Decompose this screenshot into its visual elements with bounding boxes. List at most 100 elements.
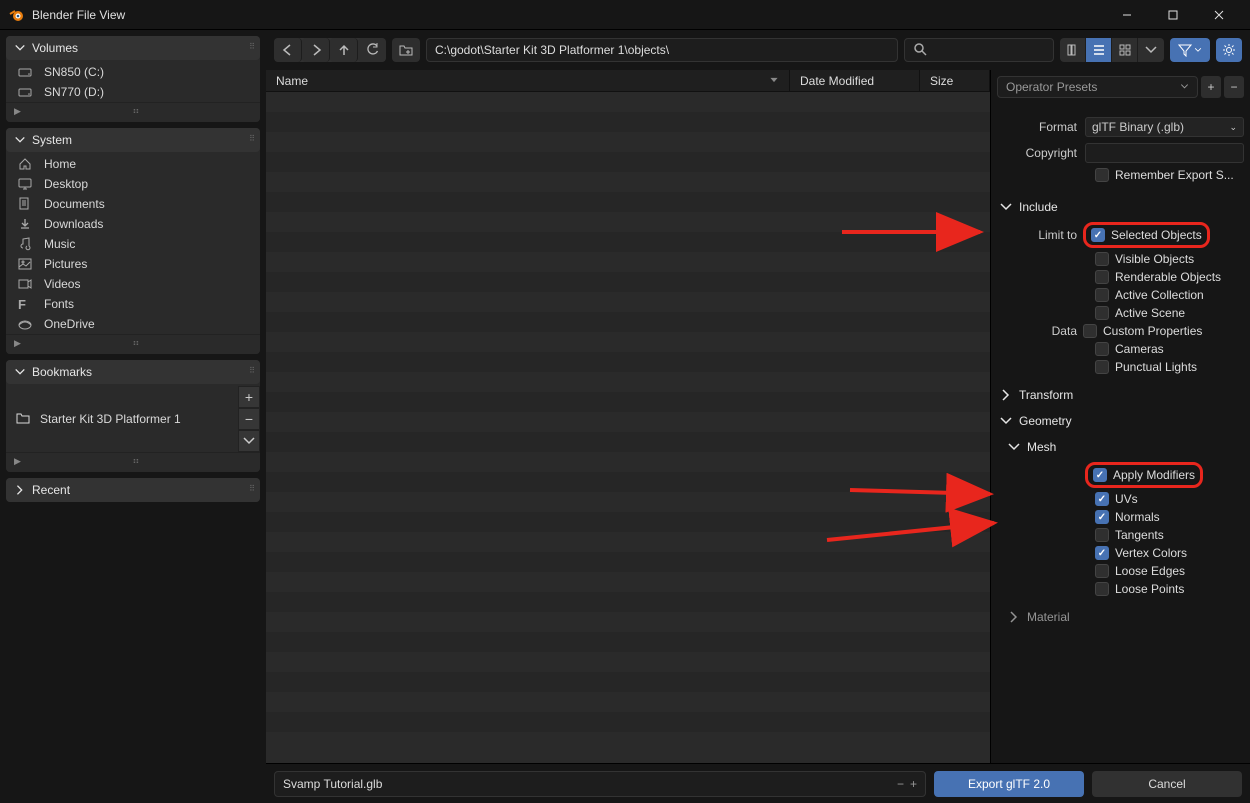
- bookmarks-panel: Bookmarks ⠿ Starter Kit 3D Platformer 1 …: [6, 360, 260, 472]
- format-label: Format: [997, 120, 1077, 134]
- drag-grip-icon[interactable]: ⠿: [249, 134, 256, 143]
- punctual-lights-checkbox[interactable]: [1095, 360, 1109, 374]
- path-input[interactable]: C:\godot\Starter Kit 3D Platformer 1\obj…: [426, 38, 898, 62]
- file-row: [266, 352, 990, 372]
- copyright-input[interactable]: [1085, 143, 1244, 163]
- parent-dir-button[interactable]: [330, 38, 358, 62]
- bookmark-item[interactable]: Starter Kit 3D Platformer 1: [6, 386, 238, 452]
- file-row: [266, 152, 990, 172]
- search-input[interactable]: [904, 38, 1054, 62]
- active-scene-checkbox[interactable]: [1095, 306, 1109, 320]
- column-size-header[interactable]: Size: [920, 70, 990, 91]
- system-item-onedrive[interactable]: OneDrive: [6, 314, 260, 334]
- back-button[interactable]: [274, 38, 302, 62]
- export-options-panel: Operator Presets + − Format glTF Binary …: [990, 70, 1250, 803]
- add-bookmark-button[interactable]: +: [238, 386, 260, 408]
- volume-label: SN770 (D:): [44, 85, 104, 99]
- system-item-pictures[interactable]: Pictures: [6, 254, 260, 274]
- include-section-header[interactable]: Include: [997, 194, 1244, 220]
- volumes-title: Volumes: [32, 41, 78, 55]
- remove-preset-button[interactable]: −: [1224, 76, 1244, 98]
- transform-section-header[interactable]: Transform: [997, 382, 1244, 408]
- drag-grip-icon[interactable]: ⠿: [249, 42, 256, 51]
- remember-export-label: Remember Export S...: [1115, 168, 1234, 182]
- column-name-header[interactable]: Name: [266, 70, 790, 91]
- system-header[interactable]: System ⠿: [6, 128, 260, 152]
- file-row: [266, 672, 990, 692]
- material-section-header[interactable]: Material: [997, 604, 1244, 630]
- export-button[interactable]: Export glTF 2.0: [934, 771, 1084, 797]
- view-vertical-list-button[interactable]: [1060, 38, 1086, 62]
- file-list-area[interactable]: [266, 92, 990, 803]
- new-folder-button[interactable]: [392, 38, 420, 62]
- system-item-label: Downloads: [44, 217, 103, 231]
- file-row: [266, 392, 990, 412]
- system-item-downloads[interactable]: Downloads: [6, 214, 260, 234]
- bookmark-menu-button[interactable]: [238, 430, 260, 452]
- view-horizontal-list-button[interactable]: [1086, 38, 1112, 62]
- system-item-videos[interactable]: Videos: [6, 274, 260, 294]
- mesh-section-header[interactable]: Mesh: [997, 434, 1244, 460]
- visible-objects-checkbox[interactable]: [1095, 252, 1109, 266]
- recent-header[interactable]: Recent ⠿: [6, 478, 260, 502]
- system-item-desktop[interactable]: Desktop: [6, 174, 260, 194]
- custom-properties-checkbox[interactable]: [1083, 324, 1097, 338]
- loose-edges-checkbox[interactable]: [1095, 564, 1109, 578]
- geometry-section-header[interactable]: Geometry: [997, 408, 1244, 434]
- forward-button[interactable]: [302, 38, 330, 62]
- volume-item[interactable]: SN850 (C:): [6, 62, 260, 82]
- increment-button[interactable]: +: [910, 777, 917, 791]
- active-collection-checkbox[interactable]: [1095, 288, 1109, 302]
- chevron-down-icon: [1007, 440, 1021, 454]
- uvs-checkbox[interactable]: [1095, 492, 1109, 506]
- drag-grip-icon[interactable]: ⠿: [249, 366, 256, 375]
- tangents-checkbox[interactable]: [1095, 528, 1109, 542]
- file-row: [266, 452, 990, 472]
- system-item-home[interactable]: Home: [6, 154, 260, 174]
- normals-checkbox[interactable]: [1095, 510, 1109, 524]
- system-item-label: Desktop: [44, 177, 88, 191]
- system-title: System: [32, 133, 72, 147]
- selected-objects-checkbox[interactable]: [1091, 228, 1105, 242]
- drag-grip-icon[interactable]: ⠿: [249, 484, 256, 493]
- loose-points-checkbox[interactable]: [1095, 582, 1109, 596]
- volumes-header[interactable]: Volumes ⠿: [6, 36, 260, 60]
- add-preset-button[interactable]: +: [1201, 76, 1221, 98]
- view-thumbnail-button[interactable]: [1112, 38, 1138, 62]
- remove-bookmark-button[interactable]: −: [238, 408, 260, 430]
- bookmarks-header[interactable]: Bookmarks ⠿: [6, 360, 260, 384]
- vertex-colors-checkbox[interactable]: [1095, 546, 1109, 560]
- cameras-checkbox[interactable]: [1095, 342, 1109, 356]
- downloads-icon: [16, 217, 34, 231]
- minimize-button[interactable]: [1104, 0, 1150, 30]
- close-button[interactable]: [1196, 0, 1242, 30]
- system-item-fonts[interactable]: Fonts: [6, 294, 260, 314]
- column-date-header[interactable]: Date Modified: [790, 70, 920, 91]
- maximize-button[interactable]: [1150, 0, 1196, 30]
- renderable-objects-checkbox[interactable]: [1095, 270, 1109, 284]
- play-icon[interactable]: ▶: [14, 338, 21, 349]
- volume-item[interactable]: SN770 (D:): [6, 82, 260, 102]
- play-icon[interactable]: ▶: [14, 456, 21, 467]
- limit-to-label: Limit to: [997, 228, 1077, 242]
- file-row: [266, 712, 990, 732]
- view-sort-dropdown[interactable]: [1138, 38, 1164, 62]
- filename-input[interactable]: Svamp Tutorial.glb − +: [274, 771, 926, 797]
- filter-button[interactable]: [1170, 38, 1210, 62]
- operator-presets-select[interactable]: Operator Presets: [997, 76, 1198, 98]
- cancel-button[interactable]: Cancel: [1092, 771, 1242, 797]
- remember-export-checkbox[interactable]: [1095, 168, 1109, 182]
- format-select[interactable]: glTF Binary (.glb) ⌄: [1085, 117, 1244, 137]
- chevron-down-icon: [14, 41, 26, 55]
- file-row: [266, 692, 990, 712]
- music-icon: [16, 237, 34, 251]
- play-icon[interactable]: ▶: [14, 106, 21, 117]
- system-item-music[interactable]: Music: [6, 234, 260, 254]
- chevron-down-icon: [14, 133, 26, 147]
- apply-modifiers-checkbox[interactable]: [1093, 468, 1107, 482]
- settings-button[interactable]: [1216, 38, 1242, 62]
- refresh-button[interactable]: [358, 38, 386, 62]
- decrement-button[interactable]: −: [897, 777, 904, 791]
- system-item-documents[interactable]: Documents: [6, 194, 260, 214]
- filename-text: Svamp Tutorial.glb: [283, 777, 382, 791]
